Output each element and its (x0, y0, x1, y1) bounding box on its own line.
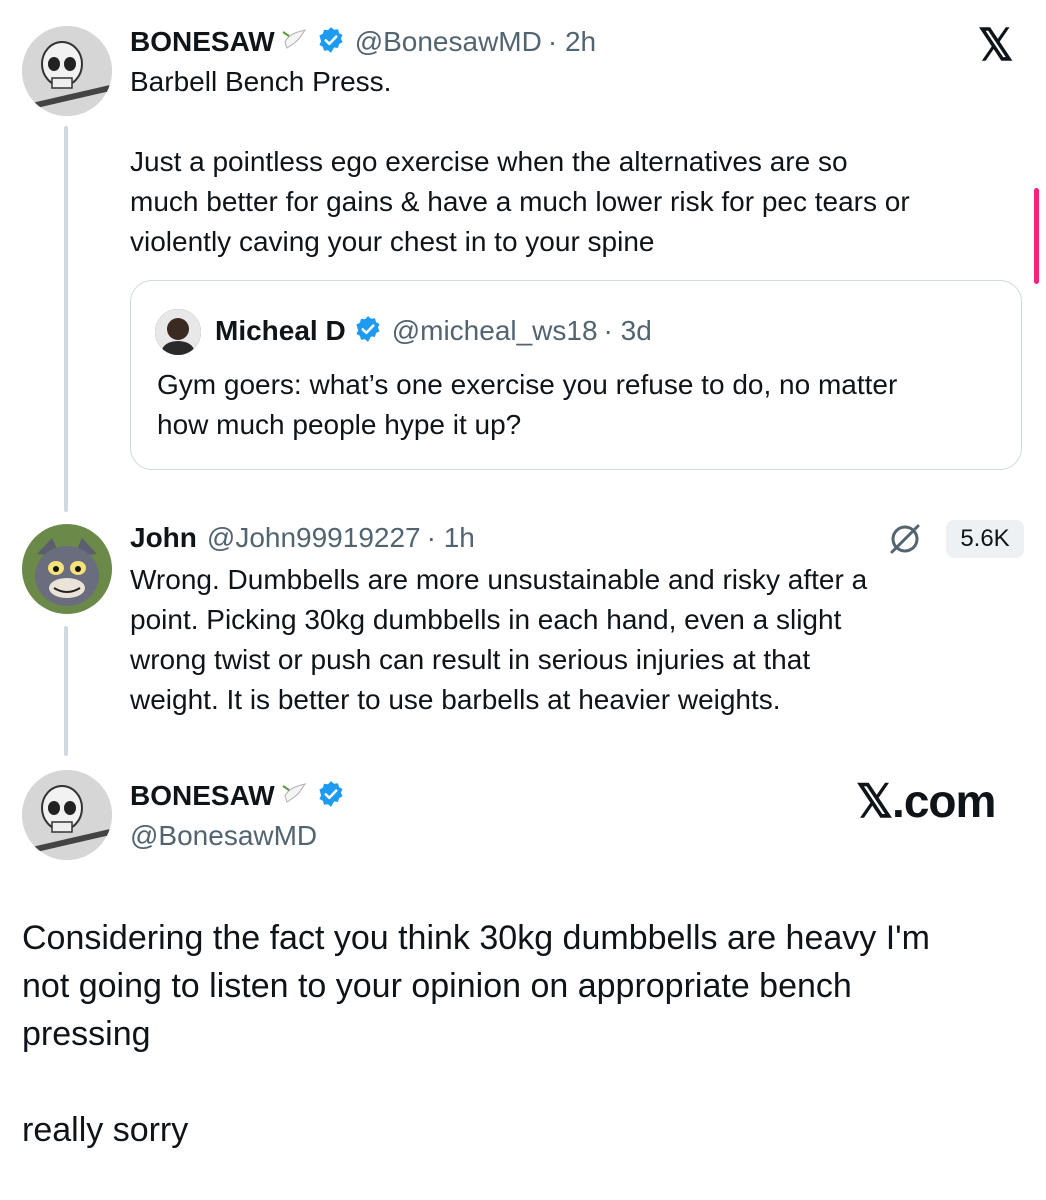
quote-text: Gym goers: what’s one exercise you refus… (157, 369, 898, 440)
avatar-bonesaw[interactable] (22, 770, 112, 860)
views-count-badge[interactable]: 5.6K (946, 520, 1024, 558)
timestamp[interactable]: · 1h (427, 522, 475, 554)
thread-connector (64, 126, 68, 512)
display-name[interactable]: John (130, 522, 197, 554)
dove-emoji-icon (281, 26, 309, 59)
scroll-indicator (1034, 188, 1039, 284)
quote-header: Micheal D @micheal_ws18 · 3d (215, 311, 652, 351)
tweet-text: Considering the fact you think 30kg dumb… (22, 919, 930, 1149)
person-avatar-image (155, 309, 201, 355)
reply-text: Wrong. Dumbbells are more unsustainable … (130, 564, 868, 715)
avatar-john[interactable] (22, 524, 112, 614)
dove-emoji-icon (281, 780, 309, 813)
skull-avatar-image (22, 26, 112, 116)
avatar-bonesaw[interactable] (22, 26, 112, 116)
handle-line: @BonesawMD (130, 816, 317, 856)
quoted-tweet-card[interactable]: Micheal D @micheal_ws18 · 3d Gym goers: … (130, 280, 1022, 470)
handle[interactable]: @BonesawMD (130, 820, 317, 852)
tweet-header: BONESAW (130, 776, 345, 816)
verified-badge-icon (317, 780, 345, 813)
skull-avatar-image (22, 770, 112, 860)
thread-connector (64, 626, 68, 756)
handle[interactable]: @BonesawMD (355, 26, 542, 58)
reply-header: John @John99919227 · 1h (130, 518, 475, 558)
display-name[interactable]: BONESAW (130, 26, 275, 58)
timestamp[interactable]: · 2h (548, 26, 596, 58)
grok-icon[interactable] (886, 520, 924, 563)
cartoon-cat-avatar-image (22, 524, 112, 614)
avatar-micheal (155, 309, 201, 355)
handle: @micheal_ws18 (391, 315, 598, 346)
display-name: Micheal D (215, 315, 346, 346)
tweet-text: Barbell Bench Press. Just a pointless eg… (130, 66, 910, 257)
tweet-header: BONESAW @BonesawMD · 2h (130, 22, 596, 62)
verified-badge-icon (354, 315, 382, 348)
x-com-brand: 𝕏.com (856, 775, 996, 827)
display-name[interactable]: BONESAW (130, 780, 275, 812)
verified-badge-icon (317, 26, 345, 59)
timestamp: · 3d (603, 315, 652, 346)
handle[interactable]: @John99919227 (207, 522, 421, 554)
